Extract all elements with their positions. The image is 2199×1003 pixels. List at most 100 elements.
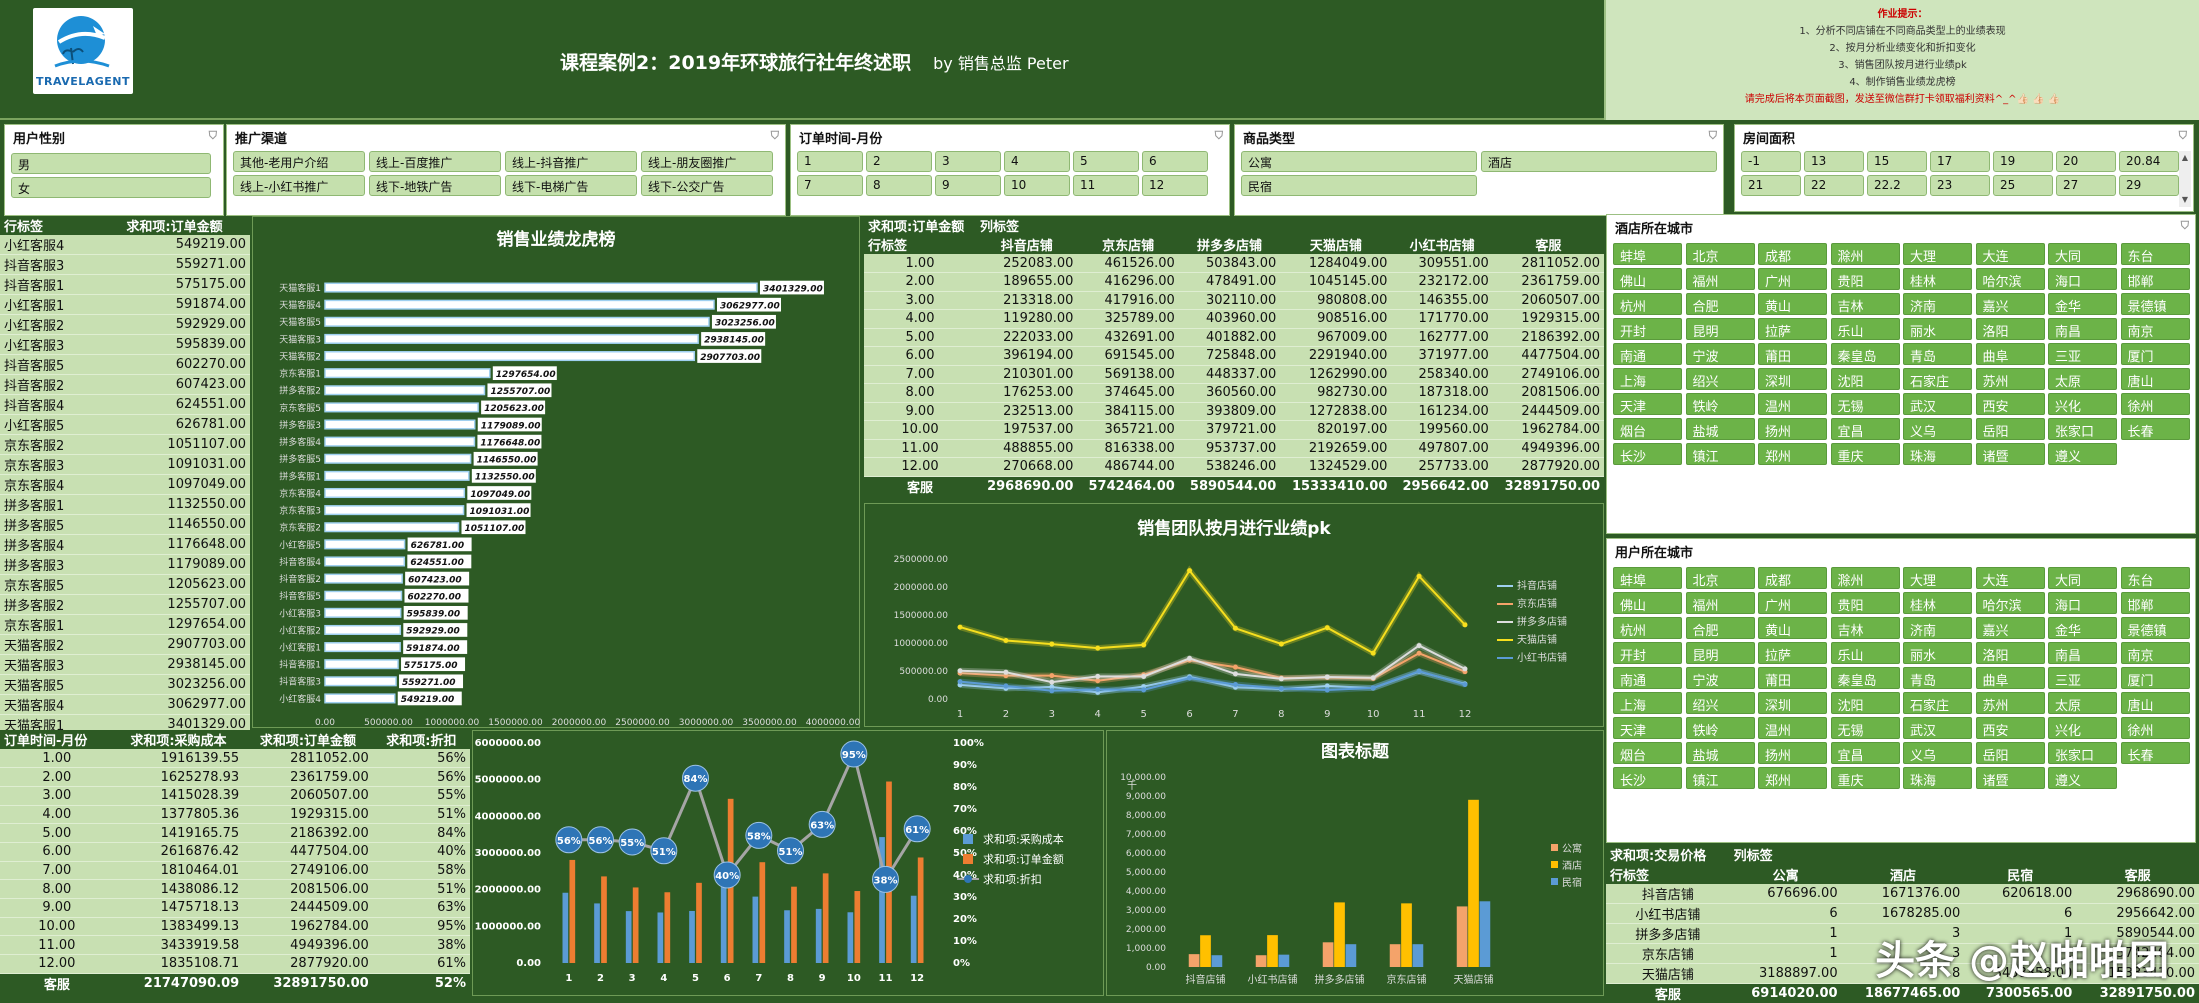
slicer-item[interactable]: 15: [1867, 151, 1927, 172]
slicer-item[interactable]: 17: [1930, 151, 1990, 172]
city-button[interactable]: 重庆: [1831, 767, 1900, 789]
city-button[interactable]: 莆田: [1758, 343, 1827, 365]
slicer-item[interactable]: 线上-朋友圈推广: [641, 151, 773, 172]
slicer-item[interactable]: 4: [1004, 151, 1070, 172]
slicer-item[interactable]: 2: [866, 151, 932, 172]
city-button[interactable]: 唐山: [2121, 692, 2190, 714]
city-button[interactable]: 厦门: [2121, 343, 2190, 365]
city-button[interactable]: 洛阳: [1976, 642, 2045, 664]
slicer-item[interactable]: 其他-老用户介绍: [233, 151, 365, 172]
slicer-item[interactable]: 25: [1993, 175, 2053, 196]
city-button[interactable]: 吉林: [1831, 617, 1900, 639]
city-button[interactable]: 贵阳: [1831, 592, 1900, 614]
city-button[interactable]: 滁州: [1831, 243, 1900, 265]
city-button[interactable]: 青岛: [1903, 343, 1972, 365]
city-button[interactable]: 洛阳: [1976, 318, 2045, 340]
slicer-item[interactable]: 7: [797, 175, 863, 196]
city-button[interactable]: 福州: [1686, 592, 1755, 614]
city-button[interactable]: 郑州: [1758, 443, 1827, 465]
city-button[interactable]: 武汉: [1903, 393, 1972, 415]
slicer-item[interactable]: 13: [1804, 151, 1864, 172]
slicer-item[interactable]: 20: [2056, 151, 2116, 172]
filter-clear-icon[interactable]: ⛉: [1215, 129, 1223, 143]
slicer-item[interactable]: 线下-电梯广告: [505, 175, 637, 196]
city-button[interactable]: 苏州: [1976, 692, 2045, 714]
city-button[interactable]: 深圳: [1758, 692, 1827, 714]
city-button[interactable]: 镇江: [1686, 767, 1755, 789]
city-button[interactable]: 义乌: [1903, 418, 1972, 440]
city-button[interactable]: 岳阳: [1976, 418, 2045, 440]
slicer-item[interactable]: 线上-小红书推广: [233, 175, 365, 196]
city-button[interactable]: 珠海: [1903, 443, 1972, 465]
city-button[interactable]: 开封: [1613, 318, 1682, 340]
city-button[interactable]: 昆明: [1686, 318, 1755, 340]
city-button[interactable]: 石家庄: [1903, 368, 1972, 390]
slicer-item[interactable]: 线上-抖音推广: [505, 151, 637, 172]
city-button[interactable]: 曲阜: [1976, 343, 2045, 365]
city-button[interactable]: 广州: [1758, 592, 1827, 614]
city-button[interactable]: 海口: [2048, 592, 2117, 614]
city-button[interactable]: 金华: [2048, 293, 2117, 315]
city-button[interactable]: 郑州: [1758, 767, 1827, 789]
slicer-item[interactable]: 21: [1741, 175, 1801, 196]
slicer-item[interactable]: 线下-地铁广告: [369, 175, 501, 196]
city-button[interactable]: 无锡: [1831, 717, 1900, 739]
filter-clear-icon[interactable]: ⛉: [771, 129, 779, 143]
city-button[interactable]: 杭州: [1613, 293, 1682, 315]
city-button[interactable]: 南通: [1613, 667, 1682, 689]
city-button[interactable]: 宁波: [1686, 343, 1755, 365]
city-button[interactable]: 遵义: [2048, 443, 2117, 465]
city-button[interactable]: 长春: [2121, 418, 2190, 440]
city-button[interactable]: 上海: [1613, 692, 1682, 714]
city-button[interactable]: 张家口: [2048, 418, 2117, 440]
city-button[interactable]: 佛山: [1613, 268, 1682, 290]
slicer-item-female[interactable]: 女: [11, 177, 211, 198]
city-button[interactable]: 温州: [1758, 393, 1827, 415]
city-button[interactable]: 张家口: [2048, 742, 2117, 764]
city-button[interactable]: 武汉: [1903, 717, 1972, 739]
city-button[interactable]: 重庆: [1831, 443, 1900, 465]
slicer-item[interactable]: 线下-公交广告: [641, 175, 773, 196]
city-button[interactable]: 遵义: [2048, 767, 2117, 789]
city-button[interactable]: 东台: [2121, 243, 2190, 265]
city-button[interactable]: 乐山: [1831, 642, 1900, 664]
city-button[interactable]: 兴化: [2048, 717, 2117, 739]
city-button[interactable]: 盐城: [1686, 418, 1755, 440]
city-button[interactable]: 绍兴: [1686, 692, 1755, 714]
city-button[interactable]: 镇江: [1686, 443, 1755, 465]
filter-clear-icon[interactable]: ⛉: [1709, 129, 1717, 143]
city-button[interactable]: 昆明: [1686, 642, 1755, 664]
city-button[interactable]: 北京: [1686, 243, 1755, 265]
city-button[interactable]: 扬州: [1758, 418, 1827, 440]
filter-clear-icon[interactable]: ⛉: [2181, 219, 2189, 233]
city-button[interactable]: 南通: [1613, 343, 1682, 365]
city-button[interactable]: 杭州: [1613, 617, 1682, 639]
city-button[interactable]: 宜昌: [1831, 418, 1900, 440]
city-button[interactable]: 沈阳: [1831, 368, 1900, 390]
city-button[interactable]: 无锡: [1831, 393, 1900, 415]
city-button[interactable]: 天津: [1613, 393, 1682, 415]
city-button[interactable]: 邯郸: [2121, 592, 2190, 614]
city-button[interactable]: 上海: [1613, 368, 1682, 390]
city-button[interactable]: 苏州: [1976, 368, 2045, 390]
city-button[interactable]: 桂林: [1903, 592, 1972, 614]
city-button[interactable]: 海口: [2048, 268, 2117, 290]
city-button[interactable]: 秦皇岛: [1831, 667, 1900, 689]
city-button[interactable]: 铁岭: [1686, 717, 1755, 739]
city-button[interactable]: 黄山: [1758, 617, 1827, 639]
filter-clear-icon[interactable]: ⛉: [209, 129, 217, 143]
city-button[interactable]: 南京: [2121, 318, 2190, 340]
slicer-item[interactable]: 29: [2119, 175, 2179, 196]
city-button[interactable]: 义乌: [1903, 742, 1972, 764]
city-button[interactable]: 蚌埠: [1613, 567, 1682, 589]
city-button[interactable]: 三亚: [2048, 667, 2117, 689]
city-button[interactable]: 石家庄: [1903, 692, 1972, 714]
city-button[interactable]: 绍兴: [1686, 368, 1755, 390]
city-button[interactable]: 大连: [1976, 243, 2045, 265]
city-button[interactable]: 丽水: [1903, 642, 1972, 664]
city-button[interactable]: 开封: [1613, 642, 1682, 664]
slicer-item[interactable]: 6: [1142, 151, 1208, 172]
city-button[interactable]: 大理: [1903, 243, 1972, 265]
city-button[interactable]: 邯郸: [2121, 268, 2190, 290]
city-button[interactable]: 哈尔滨: [1976, 268, 2045, 290]
